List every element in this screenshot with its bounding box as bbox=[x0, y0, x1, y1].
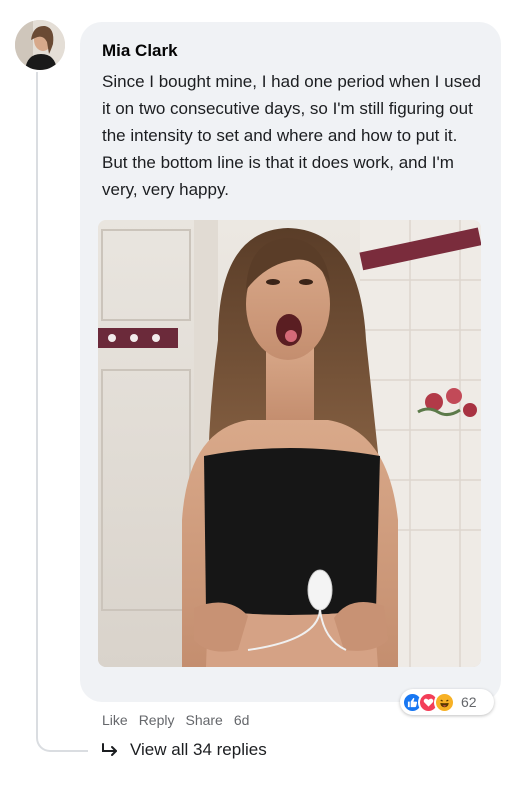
comment-photo[interactable] bbox=[98, 220, 481, 667]
reactions-badge[interactable]: 62 bbox=[400, 689, 494, 715]
haha-icon bbox=[434, 691, 455, 713]
comment-actions: Like Reply Share 6d bbox=[102, 712, 249, 728]
like-action[interactable]: Like bbox=[102, 712, 128, 728]
reply-action[interactable]: Reply bbox=[139, 712, 175, 728]
avatar-photo bbox=[15, 20, 65, 70]
view-replies-label: View all 34 replies bbox=[130, 740, 267, 759]
photo-image bbox=[98, 220, 481, 667]
comment-timestamp[interactable]: 6d bbox=[234, 712, 250, 728]
avatar[interactable] bbox=[15, 20, 65, 70]
share-action[interactable]: Share bbox=[185, 712, 222, 728]
reply-arrow-icon bbox=[102, 743, 117, 756]
comment-text: Since I bought mine, I had one period wh… bbox=[102, 72, 481, 199]
view-replies-link[interactable]: View all 34 replies bbox=[100, 740, 267, 760]
reaction-count: 62 bbox=[461, 694, 477, 710]
comment-author[interactable]: Mia Clark bbox=[102, 41, 178, 61]
